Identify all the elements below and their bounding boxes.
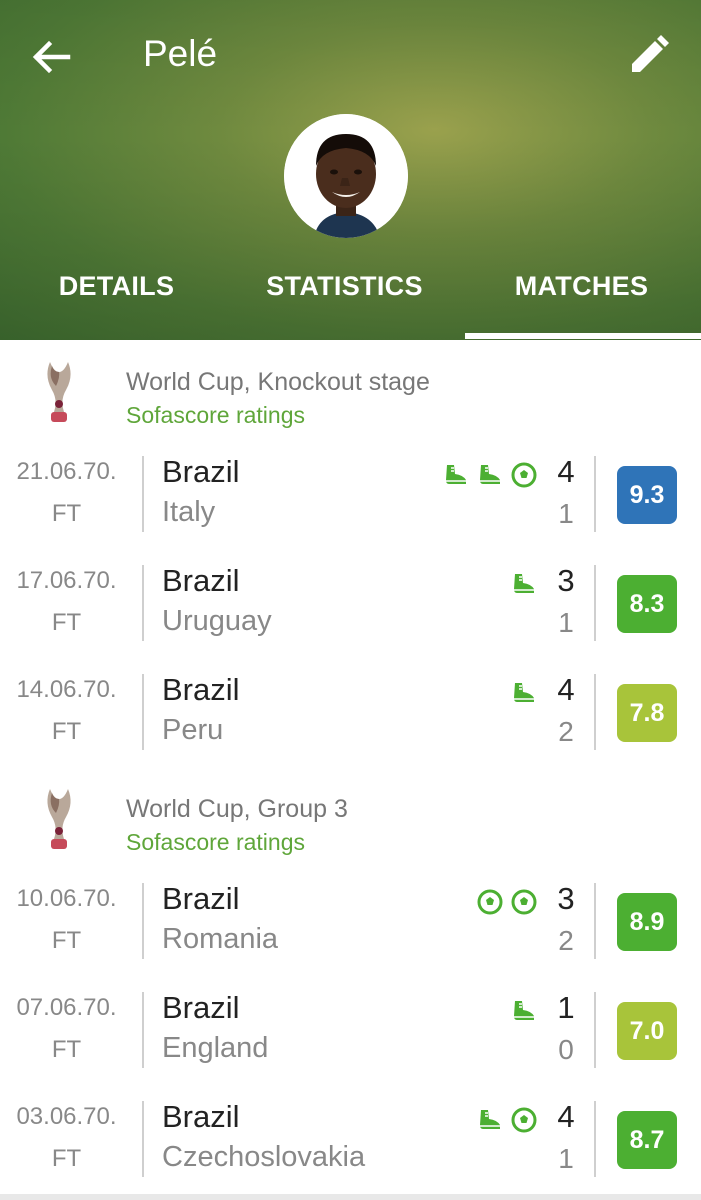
rating-badge: 7.0 bbox=[617, 1002, 677, 1060]
assist-boot-icon bbox=[446, 465, 466, 484]
away-team: Peru bbox=[162, 714, 224, 746]
tab-matches[interactable]: MATCHES bbox=[465, 255, 698, 340]
competition-header[interactable]: World Cup, Knockout stage Sofascore rati… bbox=[0, 352, 701, 432]
away-team: England bbox=[162, 1032, 269, 1064]
match-events bbox=[477, 1107, 537, 1135]
divider bbox=[594, 674, 596, 750]
home-team: Brazil bbox=[162, 672, 240, 707]
away-score: 2 bbox=[558, 716, 574, 747]
match-status: FT bbox=[51, 1036, 82, 1063]
away-team: Uruguay bbox=[162, 605, 272, 637]
away-team: Italy bbox=[162, 496, 216, 528]
home-team: Brazil bbox=[162, 990, 240, 1025]
rating-badge: 9.3 bbox=[617, 466, 677, 524]
home-score: 3 bbox=[557, 881, 575, 916]
assist-boot-icon bbox=[514, 683, 534, 702]
match-date: 07.06.70. bbox=[16, 994, 117, 1021]
match-date: 14.06.70. bbox=[16, 676, 117, 703]
home-score: 4 bbox=[557, 672, 575, 707]
divider bbox=[142, 674, 144, 750]
tab-statistics[interactable]: STATISTICS bbox=[228, 255, 461, 340]
home-score: 1 bbox=[557, 990, 575, 1025]
assist-boot-icon bbox=[480, 1110, 500, 1129]
matches-list: World Cup, Knockout stage Sofascore rati… bbox=[0, 340, 701, 1200]
match-events bbox=[511, 680, 537, 708]
match-status: FT bbox=[51, 500, 82, 527]
away-team: Romania bbox=[162, 923, 279, 955]
match-events bbox=[443, 462, 537, 490]
match-date: 21.06.70. bbox=[16, 458, 117, 485]
match-date: 10.06.70. bbox=[16, 885, 117, 912]
home-team: Brazil bbox=[162, 563, 240, 598]
divider bbox=[594, 992, 596, 1068]
match-status: FT bbox=[51, 927, 82, 954]
ratings-label: Sofascore ratings bbox=[126, 402, 305, 428]
home-team: Brazil bbox=[162, 881, 240, 916]
rating-badge: 7.8 bbox=[617, 684, 677, 742]
bottom-divider bbox=[0, 1194, 701, 1200]
competition-header[interactable]: World Cup, Group 3 Sofascore ratings bbox=[0, 779, 701, 859]
match-status: FT bbox=[51, 609, 82, 636]
assist-boot-icon bbox=[514, 574, 534, 593]
match-events bbox=[477, 889, 537, 917]
world-cup-trophy-icon bbox=[47, 789, 71, 849]
match-events bbox=[511, 998, 537, 1026]
competition-name: World Cup, Knockout stage bbox=[126, 368, 430, 396]
world-cup-trophy-icon bbox=[47, 362, 71, 422]
rating-badge: 8.3 bbox=[617, 575, 677, 633]
avatar bbox=[284, 114, 408, 238]
match-row[interactable]: 07.06.70. FT Brazil England 1 0 7.0 bbox=[0, 990, 701, 1082]
goal-ball-icon bbox=[511, 462, 537, 488]
away-score: 1 bbox=[558, 498, 574, 529]
away-score: 1 bbox=[558, 1143, 574, 1174]
competition-name: World Cup, Group 3 bbox=[126, 795, 348, 823]
home-score: 4 bbox=[557, 454, 575, 489]
divider bbox=[142, 565, 144, 641]
home-score: 4 bbox=[557, 1099, 575, 1134]
match-row[interactable]: 14.06.70. FT Brazil Peru 4 2 7.8 bbox=[0, 672, 701, 764]
goal-ball-icon bbox=[477, 889, 503, 915]
divider bbox=[142, 992, 144, 1068]
divider bbox=[594, 565, 596, 641]
tab-details[interactable]: DETAILS bbox=[0, 255, 233, 340]
home-team: Brazil bbox=[162, 1099, 240, 1134]
assist-boot-icon bbox=[514, 1001, 534, 1020]
match-row[interactable]: 21.06.70. FT Brazil Italy 4 1 9.3 bbox=[0, 454, 701, 546]
ratings-label: Sofascore ratings bbox=[126, 829, 305, 855]
player-header: Pelé DETAILS STATISTICS MATCHES bbox=[0, 0, 701, 340]
match-date: 03.06.70. bbox=[16, 1103, 117, 1130]
rating-badge: 8.7 bbox=[617, 1111, 677, 1169]
divider bbox=[142, 1101, 144, 1177]
active-tab-indicator bbox=[465, 333, 701, 339]
divider bbox=[594, 456, 596, 532]
divider bbox=[142, 456, 144, 532]
away-score: 0 bbox=[558, 1034, 574, 1065]
home-team: Brazil bbox=[162, 454, 240, 489]
arrow-left-icon[interactable] bbox=[28, 34, 74, 80]
divider bbox=[594, 883, 596, 959]
divider bbox=[594, 1101, 596, 1177]
match-status: FT bbox=[51, 718, 82, 745]
rating-badge: 8.9 bbox=[617, 893, 677, 951]
tab-bar: DETAILS STATISTICS MATCHES bbox=[0, 255, 701, 340]
player-photo-icon bbox=[284, 114, 408, 238]
match-row[interactable]: 10.06.70. FT Brazil Romania 3 2 8.9 bbox=[0, 881, 701, 973]
match-date: 17.06.70. bbox=[16, 567, 117, 594]
match-status: FT bbox=[51, 1145, 82, 1172]
match-row[interactable]: 17.06.70. FT Brazil Uruguay 3 1 8.3 bbox=[0, 563, 701, 655]
away-score: 2 bbox=[558, 925, 574, 956]
goal-ball-icon bbox=[511, 1107, 537, 1133]
match-events bbox=[511, 571, 537, 599]
divider bbox=[142, 883, 144, 959]
away-team: Czechoslovakia bbox=[162, 1141, 366, 1173]
page-title: Pelé bbox=[143, 33, 218, 74]
match-row[interactable]: 03.06.70. FT Brazil Czechoslovakia 4 1 8… bbox=[0, 1099, 701, 1191]
pencil-icon[interactable] bbox=[624, 32, 672, 80]
assist-boot-icon bbox=[480, 465, 500, 484]
goal-ball-icon bbox=[511, 889, 537, 915]
home-score: 3 bbox=[557, 563, 575, 598]
away-score: 1 bbox=[558, 607, 574, 638]
